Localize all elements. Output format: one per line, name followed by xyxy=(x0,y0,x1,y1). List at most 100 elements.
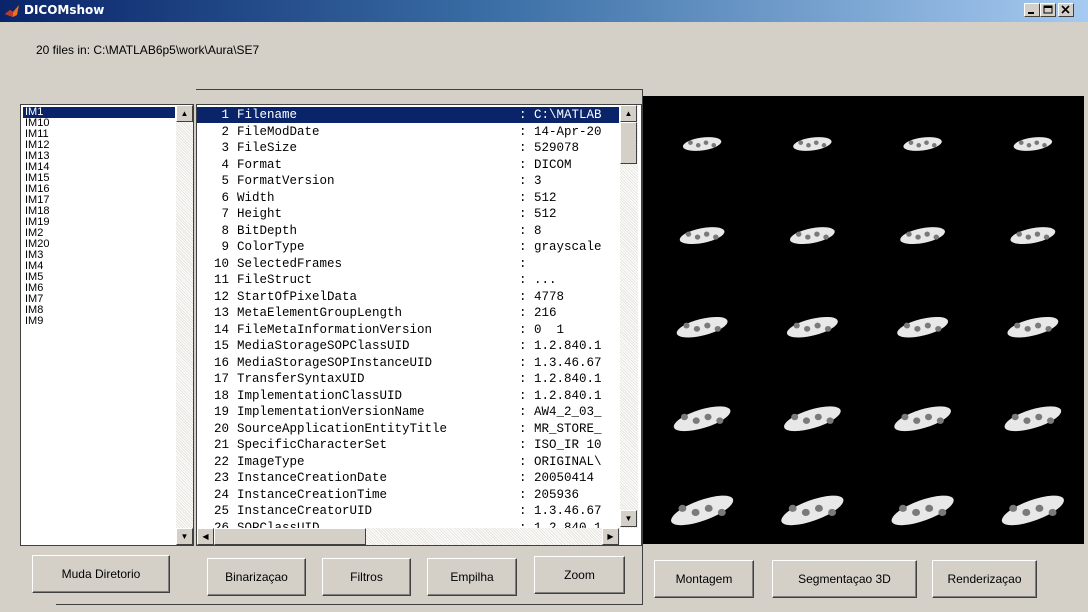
binarization-button[interactable]: Binarizaçao xyxy=(207,558,306,596)
info-row-value: : 0 1 xyxy=(519,322,565,337)
info-row[interactable]: 8 BitDepth: 8 xyxy=(197,223,619,239)
info-row[interactable]: 11 FileStruct: ... xyxy=(197,272,619,288)
maximize-button[interactable] xyxy=(1040,3,1056,17)
file-list-item[interactable]: IM20 xyxy=(23,239,175,250)
close-button[interactable] xyxy=(1058,3,1074,17)
scroll-up-button[interactable]: ▲ xyxy=(620,105,637,122)
info-row-key: Height xyxy=(237,207,283,221)
info-row[interactable]: 17 TransferSyntaxUID: 1.2.840.1 xyxy=(197,371,619,387)
montage-slice xyxy=(891,495,954,526)
info-row-key: MediaStorageSOPInstanceUID xyxy=(237,355,433,370)
info-row-key: StartOfPixelData xyxy=(237,289,358,304)
info-row-key: SelectedFrames xyxy=(237,256,343,271)
file-list-scrollbar[interactable]: ▲ ▼ xyxy=(176,105,193,545)
filters-button[interactable]: Filtros xyxy=(322,558,411,596)
info-row[interactable]: 6 Width: 512 xyxy=(197,190,619,206)
info-row-key: InstanceCreationDate xyxy=(237,471,388,485)
image-montage-panel[interactable] xyxy=(643,96,1084,544)
minimize-button[interactable] xyxy=(1024,3,1040,17)
file-list-item[interactable]: IM4 xyxy=(23,261,175,272)
info-row[interactable]: 9 ColorType: grayscale xyxy=(197,239,619,255)
file-list-item[interactable]: IM5 xyxy=(23,272,175,283)
scroll-thumb[interactable] xyxy=(214,528,366,545)
info-row-value: : 1.2.840.1 xyxy=(519,372,602,386)
info-row-number: 9 xyxy=(221,240,229,254)
info-row[interactable]: 23 InstanceCreationDate: 20050414 xyxy=(197,470,619,486)
info-row-number: 10 xyxy=(213,256,229,271)
info-row-key: FileStruct xyxy=(237,273,313,287)
info-row[interactable]: 16 MediaStorageSOPInstanceUID: 1.3.46.67 xyxy=(197,355,619,371)
file-list-item[interactable]: IM3 xyxy=(23,250,175,261)
info-vertical-scrollbar[interactable]: ▲ ▼ xyxy=(620,105,638,528)
info-row[interactable]: 4 Format: DICOM xyxy=(197,157,619,173)
file-list-item[interactable]: IM7 xyxy=(23,294,175,305)
montage-button[interactable]: Montagem xyxy=(654,560,754,598)
info-row[interactable]: 21 SpecificCharacterSet: ISO_IR 10 xyxy=(197,437,619,453)
info-row-key: ImplementationVersionName xyxy=(237,405,425,419)
file-list[interactable]: IM1 IM10 IM11 IM12 IM13 IM14 IM15 IM16 IM17 IM18 I… xyxy=(20,104,194,546)
info-row-key: BitDepth xyxy=(237,223,298,238)
file-list-item[interactable]: IM8 xyxy=(23,305,175,316)
scroll-right-button[interactable]: ▶ xyxy=(602,528,619,545)
info-row-value: : 8 xyxy=(519,223,542,238)
frame-divider xyxy=(196,89,643,90)
montage-image xyxy=(671,137,1064,526)
info-row-value: : 1.2.840.1 xyxy=(519,339,602,353)
montage-slice xyxy=(673,406,731,432)
info-row[interactable]: 13 MetaElementGroupLength: 216 xyxy=(197,305,619,321)
info-row-key: SourceApplicationEntityTitle xyxy=(237,421,448,436)
info-row-value: : xyxy=(519,256,527,271)
info-row-value: : ... xyxy=(519,273,557,287)
info-row-key: ImageType xyxy=(237,454,305,469)
segmentation-3d-button[interactable]: Segmentaçao 3D xyxy=(772,560,917,598)
info-row[interactable]: 18 ImplementationClassUID: 1.2.840.1 xyxy=(197,388,619,404)
scroll-down-button[interactable]: ▼ xyxy=(176,528,193,545)
info-row-value: : AW4_2_03_ xyxy=(519,405,602,419)
info-row-number: 13 xyxy=(213,306,229,320)
info-row-number: 18 xyxy=(213,388,229,403)
rendering-button[interactable]: Renderizaçao xyxy=(932,560,1037,598)
scroll-thumb[interactable] xyxy=(620,122,637,164)
file-list-item[interactable]: IM19 xyxy=(23,217,175,228)
scroll-down-button[interactable]: ▼ xyxy=(620,510,637,527)
info-row[interactable]: 19 ImplementationVersionName: AW4_2_03_ xyxy=(197,404,619,420)
dicom-info-list[interactable]: 1 Filename: C:\MATLAB 2 FileModDate: 14-Apr… xyxy=(196,104,642,546)
info-row[interactable]: 3 FileSize: 529078 xyxy=(197,140,619,156)
info-row-value: : 3 xyxy=(519,174,542,188)
info-row[interactable]: 12 StartOfPixelData: 4778 xyxy=(197,289,619,305)
info-row[interactable]: 2 FileModDate: 14-Apr-20 xyxy=(197,124,619,140)
file-list-item[interactable]: IM6 xyxy=(23,283,175,294)
info-row-key: MediaStorageSOPClassUID xyxy=(237,339,410,353)
info-row[interactable]: 1 Filename: C:\MATLAB xyxy=(197,107,619,123)
montage-slice xyxy=(1007,316,1059,338)
info-row-value: : C:\MATLAB xyxy=(519,108,602,122)
info-row[interactable]: 10 SelectedFrames: xyxy=(197,256,619,272)
info-row-value: : 1.3.46.67 xyxy=(519,504,602,518)
montage-slice xyxy=(793,137,832,151)
info-row[interactable]: 20 SourceApplicationEntityTitle: MR_STORE… xyxy=(197,421,619,437)
change-directory-button[interactable]: Muda Diretorio xyxy=(32,555,170,593)
info-row[interactable]: 14 FileMetaInformationVersion: 0 1 xyxy=(197,322,619,338)
info-row-number: 4 xyxy=(221,157,229,172)
montage-slice xyxy=(903,137,942,151)
info-row-number: 25 xyxy=(213,504,229,518)
title-bar[interactable]: DICOMshow xyxy=(0,0,1088,22)
info-row-number: 12 xyxy=(213,289,229,304)
info-row-value: : 1.2.840.1 xyxy=(519,388,602,403)
info-row-value: : DICOM xyxy=(519,157,572,172)
info-row[interactable]: 22 ImageType: ORIGINAL\ xyxy=(197,454,619,470)
scroll-up-button[interactable]: ▲ xyxy=(176,105,193,122)
scroll-left-button[interactable]: ◀ xyxy=(197,528,214,545)
zoom-button[interactable]: Zoom xyxy=(534,556,625,594)
info-row[interactable]: 25 InstanceCreatorUID : 1.3.46.67 xyxy=(197,503,619,519)
info-row[interactable]: 15 MediaStorageSOPClassUID: 1.2.840.1 xyxy=(197,338,619,354)
info-row[interactable]: 7 Height: 512 xyxy=(197,206,619,222)
info-row-key: InstanceCreatorUID xyxy=(237,504,373,518)
info-row[interactable]: 24 InstanceCreationTime: 205936 xyxy=(197,487,619,503)
info-row-key: InstanceCreationTime xyxy=(237,487,388,502)
file-list-item[interactable]: IM9 xyxy=(23,316,175,327)
info-horizontal-scrollbar[interactable]: ◀ ▶ xyxy=(197,528,620,545)
info-row[interactable]: 5 FormatVersion: 3 xyxy=(197,173,619,189)
stack-button[interactable]: Empilha xyxy=(427,558,517,596)
info-row-number: 2 xyxy=(221,124,229,139)
